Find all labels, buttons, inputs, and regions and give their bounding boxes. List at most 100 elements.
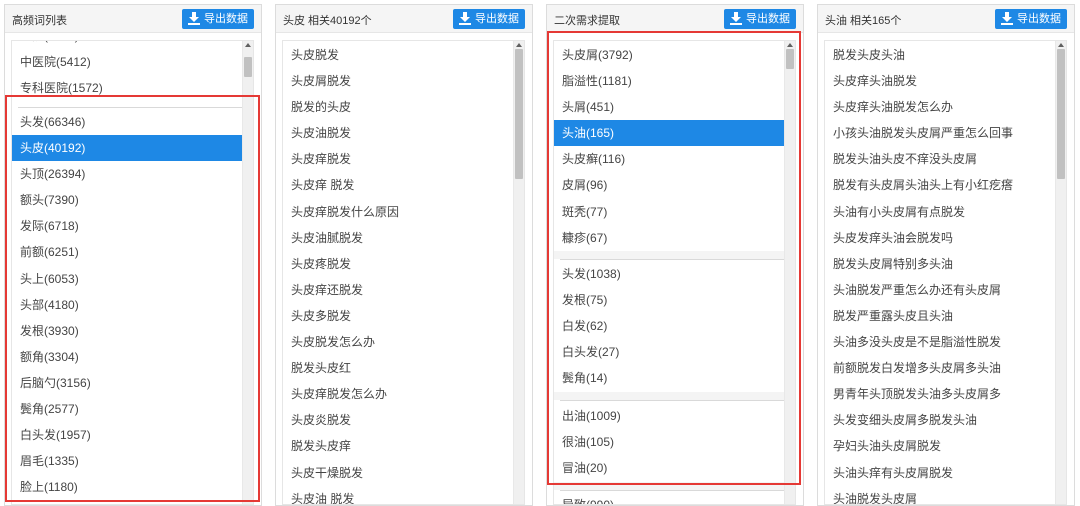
list-item[interactable]: 头发(1038) bbox=[554, 261, 786, 287]
export-data-button[interactable]: 导出数据 bbox=[995, 9, 1067, 29]
list-item[interactable]: 头皮癣(116) bbox=[554, 146, 786, 172]
list-item[interactable]: 头皮痒 脱发 bbox=[283, 172, 515, 198]
export-data-button[interactable]: 导出数据 bbox=[453, 9, 525, 29]
list-item[interactable]: 斑秃(77) bbox=[554, 199, 786, 225]
list-item[interactable]: 孕妇头油头皮屑脱发 bbox=[825, 433, 1057, 459]
list-item[interactable]: 医院(7496) bbox=[12, 41, 244, 49]
list-item[interactable]: 白头发(1957) bbox=[12, 422, 244, 448]
list-item[interactable]: 白头发(27) bbox=[554, 339, 786, 365]
demand-group-2: 头发(1038) 发根(75) 白发(62) 白头发(27) 鬓角(14) bbox=[554, 261, 786, 391]
export-label: 导出数据 bbox=[475, 13, 519, 25]
list-item[interactable]: 头发(66346) bbox=[12, 109, 244, 135]
list-item[interactable]: 头皮痒脱发 bbox=[283, 146, 515, 172]
list-item[interactable]: 鬓角(14) bbox=[554, 365, 786, 391]
panel-header: 头油 相关165个 导出数据 bbox=[818, 5, 1074, 33]
list-group: 头皮脱发 头皮屑脱发 脱发的头皮 头皮油脱发 头皮痒脱发 头皮痒 脱发 头皮痒脱… bbox=[283, 42, 515, 504]
list-item[interactable]: 糠疹(67) bbox=[554, 225, 786, 251]
export-data-button[interactable]: 导出数据 bbox=[724, 9, 796, 29]
export-label: 导出数据 bbox=[1017, 13, 1061, 25]
list-item[interactable]: 头皮多脱发 bbox=[283, 303, 515, 329]
list-item[interactable]: 脱发严重露头皮且头油 bbox=[825, 303, 1057, 329]
list-item[interactable]: 脱发头皮红 bbox=[283, 355, 515, 381]
list-item[interactable]: 头皮痒脱发怎么办 bbox=[283, 381, 515, 407]
scroll-thumb[interactable] bbox=[515, 49, 523, 179]
list-item[interactable]: 白发(62) bbox=[554, 313, 786, 339]
list-item[interactable]: 额头(7390) bbox=[12, 187, 244, 213]
list-item[interactable]: 头皮油腻脱发 bbox=[283, 225, 515, 251]
list-item[interactable]: 脱发头皮痒 bbox=[283, 433, 515, 459]
list-item[interactable]: 发根(75) bbox=[554, 287, 786, 313]
list-item[interactable]: 头皮屑(3792) bbox=[554, 42, 786, 68]
list-item[interactable]: 头油脱发头皮屑 bbox=[825, 486, 1057, 504]
panel-title: 高频词列表 bbox=[12, 15, 67, 27]
list-group-main: 头发(66346) 头皮(40192) 头顶(26394) 额头(7390) 发… bbox=[12, 109, 244, 500]
list-item[interactable]: 头发变细头皮屑多脱发头油 bbox=[825, 407, 1057, 433]
list-item[interactable]: 头皮痒头油脱发 bbox=[825, 68, 1057, 94]
list-item[interactable]: 头皮屑脱发 bbox=[283, 68, 515, 94]
list-item[interactable]: 头皮油 脱发 bbox=[283, 486, 515, 504]
list-item[interactable]: 后脑勺(3156) bbox=[12, 370, 244, 396]
divider bbox=[560, 400, 786, 401]
list-item-selected[interactable]: 头油(165) bbox=[554, 120, 786, 147]
list-item[interactable]: 脱发头皮屑特别多头油 bbox=[825, 251, 1057, 277]
panel-header: 高频词列表 导出数据 bbox=[5, 5, 261, 33]
list-item[interactable]: 头皮痒脱发什么原因 bbox=[283, 199, 515, 225]
export-data-button[interactable]: 导出数据 bbox=[182, 9, 254, 29]
list-item[interactable]: 男青年头顶脱发头油多头皮屑多 bbox=[825, 381, 1057, 407]
list-item[interactable]: 脸上(1180) bbox=[12, 474, 244, 500]
list-item[interactable]: 头皮脱发 bbox=[283, 42, 515, 68]
list-item-selected[interactable]: 头皮(40192) bbox=[12, 135, 244, 162]
list-item[interactable]: 发际(6718) bbox=[12, 213, 244, 239]
list-item[interactable]: 脱发有头皮屑头油头上有小红疙瘩 bbox=[825, 172, 1057, 198]
scroll-up-arrow-icon[interactable] bbox=[245, 43, 251, 47]
list-item[interactable]: 前额脱发白发增多头皮屑多头油 bbox=[825, 355, 1057, 381]
list-item[interactable]: 前额(6251) bbox=[12, 239, 244, 265]
scroll-thumb[interactable] bbox=[1057, 49, 1065, 179]
group-gap bbox=[554, 482, 786, 490]
list-item[interactable]: 头皮炎脱发 bbox=[283, 407, 515, 433]
scrollbar[interactable] bbox=[784, 41, 795, 504]
list-item[interactable]: 发根(3930) bbox=[12, 318, 244, 344]
list-item[interactable]: 眉毛(1335) bbox=[12, 448, 244, 474]
list-item[interactable]: 很油(105) bbox=[554, 429, 786, 455]
list-item[interactable]: 头上(6053) bbox=[12, 266, 244, 292]
list-item[interactable]: 专科医院(1572) bbox=[12, 75, 244, 101]
list-item[interactable]: 头皮疼脱发 bbox=[283, 251, 515, 277]
panel-title: 二次需求提取 bbox=[554, 15, 620, 27]
list-item[interactable]: 中医院(5412) bbox=[12, 49, 244, 75]
list-item[interactable]: 头皮油脱发 bbox=[283, 120, 515, 146]
list-item[interactable]: 头皮发痒头油会脱发吗 bbox=[825, 225, 1057, 251]
scroll-thumb[interactable] bbox=[786, 49, 794, 69]
list-item[interactable]: 脱发头皮头油 bbox=[825, 42, 1057, 68]
scrollbar[interactable] bbox=[513, 41, 524, 504]
list-item[interactable]: 鬓角(2577) bbox=[12, 396, 244, 422]
list-item[interactable]: 头皮干燥脱发 bbox=[283, 460, 515, 486]
list-item[interactable]: 小孩头油脱发头皮屑严重怎么回事 bbox=[825, 120, 1057, 146]
word-list: 医院(7496) 中医院(5412) 专科医院(1572) 头发(66346) … bbox=[11, 40, 254, 505]
list-item[interactable]: 脂溢性(1181) bbox=[554, 68, 786, 94]
list-item[interactable]: 头油有小头皮屑有点脱发 bbox=[825, 199, 1057, 225]
list-item[interactable]: 皮屑(96) bbox=[554, 172, 786, 198]
scroll-thumb[interactable] bbox=[244, 57, 252, 77]
list-item[interactable]: 导致(990) bbox=[554, 492, 786, 504]
list-item[interactable]: 额角(3304) bbox=[12, 344, 244, 370]
scroll-up-arrow-icon[interactable] bbox=[787, 43, 793, 47]
list-item[interactable]: 头皮痒还脱发 bbox=[283, 277, 515, 303]
list-item[interactable]: 头顶(26394) bbox=[12, 161, 244, 187]
divider bbox=[560, 259, 786, 260]
list-item[interactable]: 脱发的头皮 bbox=[283, 94, 515, 120]
list-item[interactable]: 头屑(451) bbox=[554, 94, 786, 120]
list-item[interactable]: 头皮痒头油脱发怎么办 bbox=[825, 94, 1057, 120]
list-item[interactable]: 头油头痒有头皮屑脱发 bbox=[825, 460, 1057, 486]
list-item[interactable]: 头皮脱发怎么办 bbox=[283, 329, 515, 355]
list-item[interactable]: 冒油(20) bbox=[554, 455, 786, 481]
list-item[interactable]: 出油(1009) bbox=[554, 403, 786, 429]
scrollbar[interactable] bbox=[1055, 41, 1066, 504]
list-item[interactable]: 头部(4180) bbox=[12, 292, 244, 318]
scroll-up-arrow-icon[interactable] bbox=[1058, 43, 1064, 47]
scrollbar[interactable] bbox=[242, 41, 253, 504]
list-item[interactable]: 头油多没头皮是不是脂溢性脱发 bbox=[825, 329, 1057, 355]
list-item[interactable]: 头油脱发严重怎么办还有头皮屑 bbox=[825, 277, 1057, 303]
list-item[interactable]: 脱发头油头皮不痒没头皮屑 bbox=[825, 146, 1057, 172]
scroll-up-arrow-icon[interactable] bbox=[516, 43, 522, 47]
